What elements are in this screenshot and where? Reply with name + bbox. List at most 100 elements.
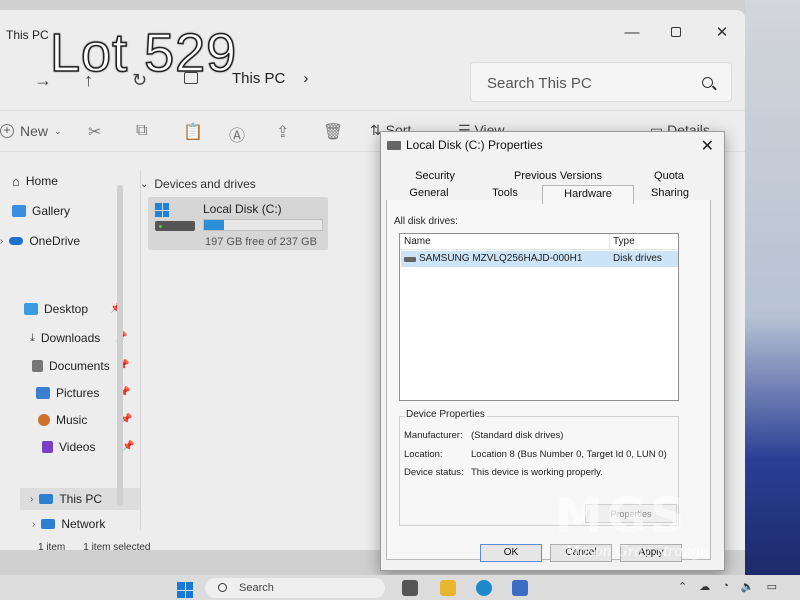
search-icon[interactable] bbox=[702, 77, 713, 88]
location-label: Location: bbox=[404, 449, 443, 460]
status-bar: 1 item 1 item selected bbox=[38, 542, 151, 553]
chevron-down-icon[interactable]: ⌄ bbox=[140, 179, 148, 190]
sidebar-item-music[interactable]: Music bbox=[38, 409, 87, 431]
sidebar-item-desktop[interactable]: Desktop bbox=[24, 298, 88, 320]
sidebar-item-videos[interactable]: Videos bbox=[42, 436, 95, 458]
sidebar-item-downloads[interactable]: ⤓ Downloads bbox=[30, 327, 100, 349]
tab-quota[interactable]: Quota bbox=[637, 168, 701, 185]
cloud-icon[interactable]: ☁ bbox=[699, 580, 710, 593]
taskbar: Search ⌃ ☁ ◔ 🔈 ▭ bbox=[0, 575, 800, 600]
status-selected-count: 1 item selected bbox=[83, 542, 151, 553]
taskbar-search-label: Search bbox=[239, 582, 274, 594]
copy-icon[interactable]: ⧉ bbox=[136, 122, 147, 140]
location-value: Location 8 (Bus Number 0, Target Id 0, L… bbox=[471, 449, 667, 460]
pin-icon: 📌 bbox=[122, 441, 135, 452]
column-header-type[interactable]: Type bbox=[613, 236, 635, 247]
close-button[interactable]: ✕ bbox=[707, 22, 737, 44]
network-icon bbox=[41, 519, 56, 529]
music-icon bbox=[38, 414, 50, 426]
devices-group-header[interactable]: ⌄ Devices and drives bbox=[140, 177, 256, 191]
sidebar-item-label: OneDrive bbox=[29, 234, 81, 248]
tab-security[interactable]: Security bbox=[399, 168, 471, 185]
manufacturer-label: Manufacturer: bbox=[404, 430, 463, 441]
dialog-title: Local Disk (C:) Properties bbox=[406, 138, 543, 152]
dialog-close-button[interactable]: ✕ bbox=[701, 136, 714, 156]
watermark-name: Mason Gray Strange bbox=[565, 541, 708, 560]
sidebar-item-label: Gallery bbox=[32, 204, 71, 218]
speaker-icon[interactable]: 🔈 bbox=[741, 580, 755, 593]
pictures-icon bbox=[36, 387, 50, 399]
sidebar-item-pictures[interactable]: Pictures bbox=[36, 382, 99, 404]
column-header-name[interactable]: Name bbox=[404, 236, 431, 247]
list-header: Name Type bbox=[400, 234, 678, 250]
sidebar-item-home[interactable]: ⌂ Home bbox=[12, 170, 58, 192]
chevron-right-icon[interactable]: › bbox=[32, 519, 35, 530]
watermark-initials: MGS bbox=[555, 488, 689, 544]
window-title: This PC bbox=[6, 28, 49, 42]
sidebar-item-onedrive[interactable]: › OneDrive bbox=[0, 230, 80, 252]
sidebar-item-documents[interactable]: Documents bbox=[32, 355, 110, 377]
breadcrumb[interactable]: This PC › bbox=[232, 70, 308, 87]
search-box[interactable] bbox=[470, 62, 732, 102]
maximize-icon bbox=[671, 27, 681, 37]
lot-overlay-label: Lot 529 bbox=[49, 22, 238, 84]
sidebar-item-label: Pictures bbox=[56, 386, 100, 400]
tab-hardware[interactable]: Hardware bbox=[542, 185, 634, 204]
status-item-count: 1 item bbox=[38, 542, 66, 553]
sidebar-item-label: Network bbox=[61, 517, 106, 531]
task-view-icon[interactable] bbox=[402, 580, 418, 596]
download-arrow-icon: ⤓ bbox=[30, 331, 35, 344]
maximize-button[interactable] bbox=[661, 22, 691, 44]
drive-name-cell: SAMSUNG MZVLQ256HAJD-000H1 bbox=[419, 253, 583, 264]
chevron-right-icon[interactable]: › bbox=[0, 236, 3, 247]
desktop-folder-icon bbox=[24, 303, 38, 315]
new-button[interactable]: + New ⌄ bbox=[0, 123, 62, 139]
edge-browser-icon[interactable] bbox=[476, 580, 492, 596]
list-item[interactable]: SAMSUNG MZVLQ256HAJD-000H1 Disk drives bbox=[401, 251, 678, 267]
store-icon[interactable] bbox=[512, 580, 528, 596]
column-divider[interactable] bbox=[609, 234, 610, 250]
drive-usage-bar bbox=[203, 219, 323, 231]
cut-icon[interactable]: ✂ bbox=[88, 122, 101, 142]
hard-drive-icon bbox=[155, 221, 195, 231]
file-explorer-taskbar-icon[interactable] bbox=[440, 580, 456, 596]
system-tray[interactable]: ⌃ ☁ ◔ 🔈 ▭ bbox=[678, 580, 777, 593]
breadcrumb-chevron-icon[interactable]: › bbox=[303, 70, 308, 87]
gallery-icon bbox=[12, 205, 26, 217]
drive-usage-fill bbox=[204, 220, 225, 230]
drive-tile-local-disk-c[interactable]: Local Disk (C:) 197 GB free of 237 GB bbox=[148, 197, 328, 250]
start-button[interactable] bbox=[177, 582, 193, 598]
group-header-label: Devices and drives bbox=[154, 177, 256, 191]
windows-logo-icon bbox=[155, 203, 169, 217]
pane-divider[interactable] bbox=[140, 170, 141, 530]
drive-icon bbox=[387, 140, 401, 150]
sidebar-item-label: Documents bbox=[49, 359, 110, 373]
search-input[interactable] bbox=[487, 73, 687, 93]
chevron-right-icon[interactable]: › bbox=[30, 494, 33, 505]
taskbar-search[interactable]: Search bbox=[205, 578, 385, 598]
battery-icon[interactable]: ▭ bbox=[767, 580, 777, 593]
sidebar-item-label: Videos bbox=[59, 440, 96, 454]
sidebar-item-gallery[interactable]: Gallery bbox=[12, 200, 70, 222]
rename-icon[interactable]: Ⓐ bbox=[229, 122, 245, 146]
breadcrumb-this-pc[interactable]: This PC bbox=[232, 70, 285, 87]
paste-icon[interactable]: 📋 bbox=[183, 122, 203, 142]
plus-icon: + bbox=[0, 124, 14, 138]
wifi-icon[interactable]: ◔ bbox=[722, 580, 729, 593]
drive-label: Local Disk (C:) bbox=[203, 202, 282, 216]
sidebar-item-label: Music bbox=[56, 413, 88, 427]
minimize-button[interactable]: — bbox=[617, 22, 647, 44]
sidebar-item-network[interactable]: › Network bbox=[32, 513, 105, 535]
disk-drives-list[interactable]: Name Type SAMSUNG MZVLQ256HAJD-000H1 Dis… bbox=[399, 233, 679, 401]
device-properties-legend: Device Properties bbox=[404, 409, 487, 420]
watermark-logo: MGS Mason Gray Strange bbox=[555, 488, 755, 560]
sidebar-item-label: Home bbox=[25, 174, 58, 188]
ok-button[interactable]: OK bbox=[480, 544, 542, 562]
tab-previous-versions[interactable]: Previous Versions bbox=[503, 168, 613, 185]
sidebar-scrollbar[interactable] bbox=[117, 185, 123, 505]
chevron-up-icon[interactable]: ⌃ bbox=[678, 580, 687, 593]
dialog-titlebar: Local Disk (C:) Properties bbox=[387, 138, 543, 152]
home-icon: ⌂ bbox=[12, 173, 20, 189]
share-icon[interactable]: ⇪ bbox=[276, 122, 289, 142]
delete-icon[interactable]: 🗑 bbox=[323, 122, 343, 142]
